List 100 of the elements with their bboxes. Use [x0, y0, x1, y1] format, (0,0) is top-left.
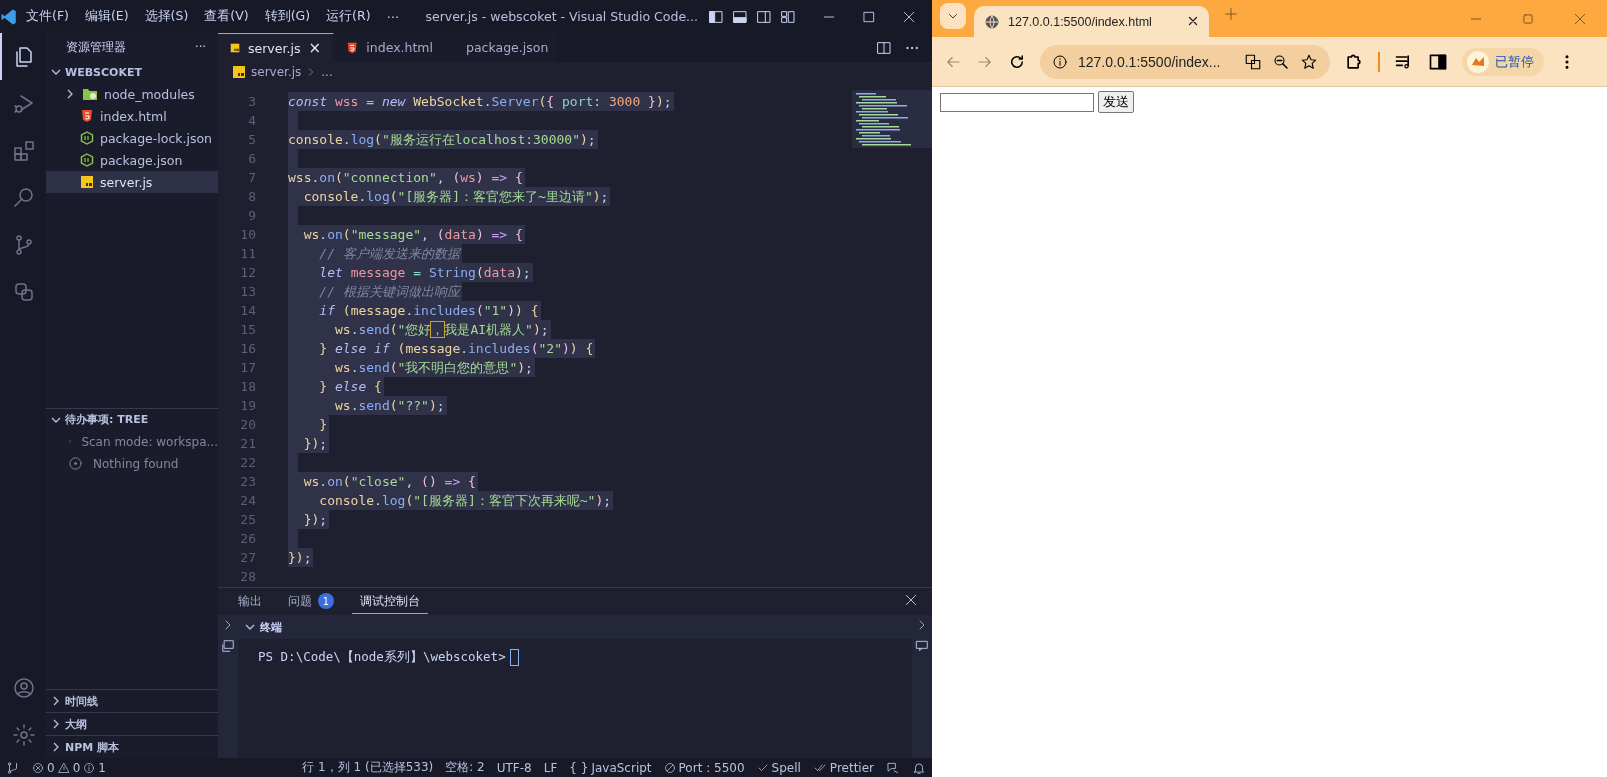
reload-icon[interactable] [1008, 52, 1026, 71]
feedback-icon[interactable] [886, 760, 900, 775]
status-item[interactable]: Port : 5500 [657, 760, 751, 775]
line-number: 12 [239, 265, 257, 280]
section-title[interactable]: 时间线 [65, 693, 98, 709]
settings-icon[interactable] [12, 722, 36, 747]
status-item[interactable]: 空格: 2 [439, 759, 491, 776]
panel-tab[interactable]: 问题 1 [280, 589, 342, 614]
line-number: 13 [239, 284, 257, 299]
chat-icon[interactable] [915, 639, 929, 653]
maximize-icon[interactable] [862, 9, 876, 24]
menu-item[interactable]: 转到(G) [256, 5, 319, 28]
line-number: 6 [247, 151, 257, 166]
warning-icon [57, 761, 70, 774]
folder-name[interactable]: WEBSCOKET [65, 65, 142, 79]
count-badge: 1 [318, 593, 334, 609]
status-item[interactable]: Spell [750, 760, 807, 775]
section-title[interactable]: 大纲 [65, 716, 87, 732]
line-number: 16 [239, 341, 257, 356]
breadcrumb-item[interactable]: server.js [251, 65, 302, 79]
menu-item[interactable]: 查看(V) [196, 5, 257, 28]
status-item[interactable]: { } JavaScript [563, 760, 658, 775]
close-icon[interactable] [1187, 14, 1199, 27]
todo-item: Scan mode: workspa... [81, 434, 218, 449]
html-file-icon [346, 40, 359, 55]
account-icon[interactable] [12, 675, 36, 700]
html-file-icon [80, 109, 94, 123]
line-number: 28 [239, 569, 257, 584]
editor-tab[interactable]: index.html [334, 33, 446, 62]
line-number: 4 [247, 113, 257, 128]
menu-item[interactable]: 编辑(E) [76, 5, 137, 28]
file-tree-item[interactable]: server.js [46, 171, 218, 193]
tab-close-button[interactable]: × [308, 39, 321, 57]
node-file-icon [80, 153, 94, 167]
line-number: 8 [247, 189, 257, 204]
todo-item: Nothing found [93, 456, 179, 471]
star-icon[interactable] [1300, 52, 1318, 71]
breadcrumb-item[interactable]: ... [321, 65, 333, 79]
port-icon [663, 761, 676, 774]
status-item[interactable]: LF [537, 760, 564, 775]
line-number: 23 [239, 474, 257, 489]
globe-icon [984, 13, 1000, 30]
remote-icon[interactable] [6, 760, 20, 775]
extensions-icon [12, 138, 36, 163]
line-number: 15 [239, 322, 257, 337]
close-icon[interactable] [904, 593, 918, 607]
layout-icon[interactable] [780, 8, 796, 25]
file-tree-item[interactable]: index.html [46, 105, 218, 127]
menu-item[interactable]: 运行(R) [318, 5, 379, 28]
panel-toggle-icon[interactable] [732, 8, 748, 25]
line-number: 5 [247, 132, 257, 147]
profile-button[interactable]: 已暂停 [1462, 47, 1544, 76]
file-tree-item[interactable]: package.json [46, 149, 218, 171]
line-number: 7 [247, 170, 257, 185]
info-icon [1052, 53, 1068, 70]
terminal-icon[interactable] [221, 639, 235, 653]
terminal-prompt: PS D:\Code\【node系列】\webscoket> [258, 649, 506, 666]
line-number: 20 [239, 417, 257, 432]
bell-icon[interactable] [912, 760, 926, 775]
line-number: 21 [239, 436, 257, 451]
panel-tab[interactable]: 调试控制台 [352, 589, 428, 614]
sidebar-toggle-icon[interactable] [708, 8, 724, 25]
editor-tab[interactable]: server.js × [218, 33, 334, 62]
split-editor-icon[interactable] [876, 39, 892, 56]
browser-tab[interactable]: 127.0.0.1:5500/index.html [974, 6, 1209, 37]
more-button[interactable]: ··· [195, 40, 206, 54]
section-title[interactable]: NPM 脚本 [65, 739, 120, 755]
section-title[interactable]: 终端 [260, 619, 282, 635]
panel-tab[interactable]: 输出 [230, 589, 270, 614]
js-file-icon [232, 65, 246, 79]
address-bar[interactable]: 127.0.0.1:5500/index... [1040, 44, 1330, 79]
section-title[interactable]: 待办事项: TREE [65, 412, 149, 427]
line-number: 3 [247, 94, 257, 109]
menu-item[interactable]: 选择(S) [136, 5, 197, 28]
vscode-logo-icon [0, 7, 18, 26]
file-tree-item[interactable]: node_modules [46, 83, 218, 105]
node-file-icon [80, 131, 94, 145]
menu-item[interactable]: ⋯ [378, 6, 408, 27]
secondary-sidebar-icon[interactable] [756, 8, 772, 25]
folder-icon [82, 87, 98, 101]
avatar-icon [1467, 50, 1489, 73]
toolbar-separator [1378, 51, 1380, 72]
problems-status[interactable]: 0 0 1 [26, 760, 112, 775]
line-number: 24 [239, 493, 257, 508]
line-number: 22 [239, 455, 257, 470]
send-button[interactable]: 发送 [1098, 91, 1134, 113]
status-item[interactable]: 行 1，列 1 (已选择533) [296, 759, 440, 776]
file-tree-item[interactable]: package-lock.json [46, 127, 218, 149]
editor-tab[interactable]: package.json [446, 33, 558, 62]
zoom-icon[interactable] [1272, 52, 1290, 71]
menu-item[interactable]: 文件(F) [18, 5, 77, 28]
js-file-icon [80, 175, 94, 189]
status-item[interactable]: UTF-8 [490, 760, 538, 775]
error-icon [32, 761, 44, 774]
translate-icon[interactable] [1244, 52, 1262, 71]
status-item[interactable]: Prettier [806, 760, 880, 775]
message-input[interactable] [940, 92, 1094, 112]
line-number: 14 [239, 303, 257, 318]
line-number: 17 [239, 360, 257, 375]
close-icon[interactable] [902, 9, 916, 24]
